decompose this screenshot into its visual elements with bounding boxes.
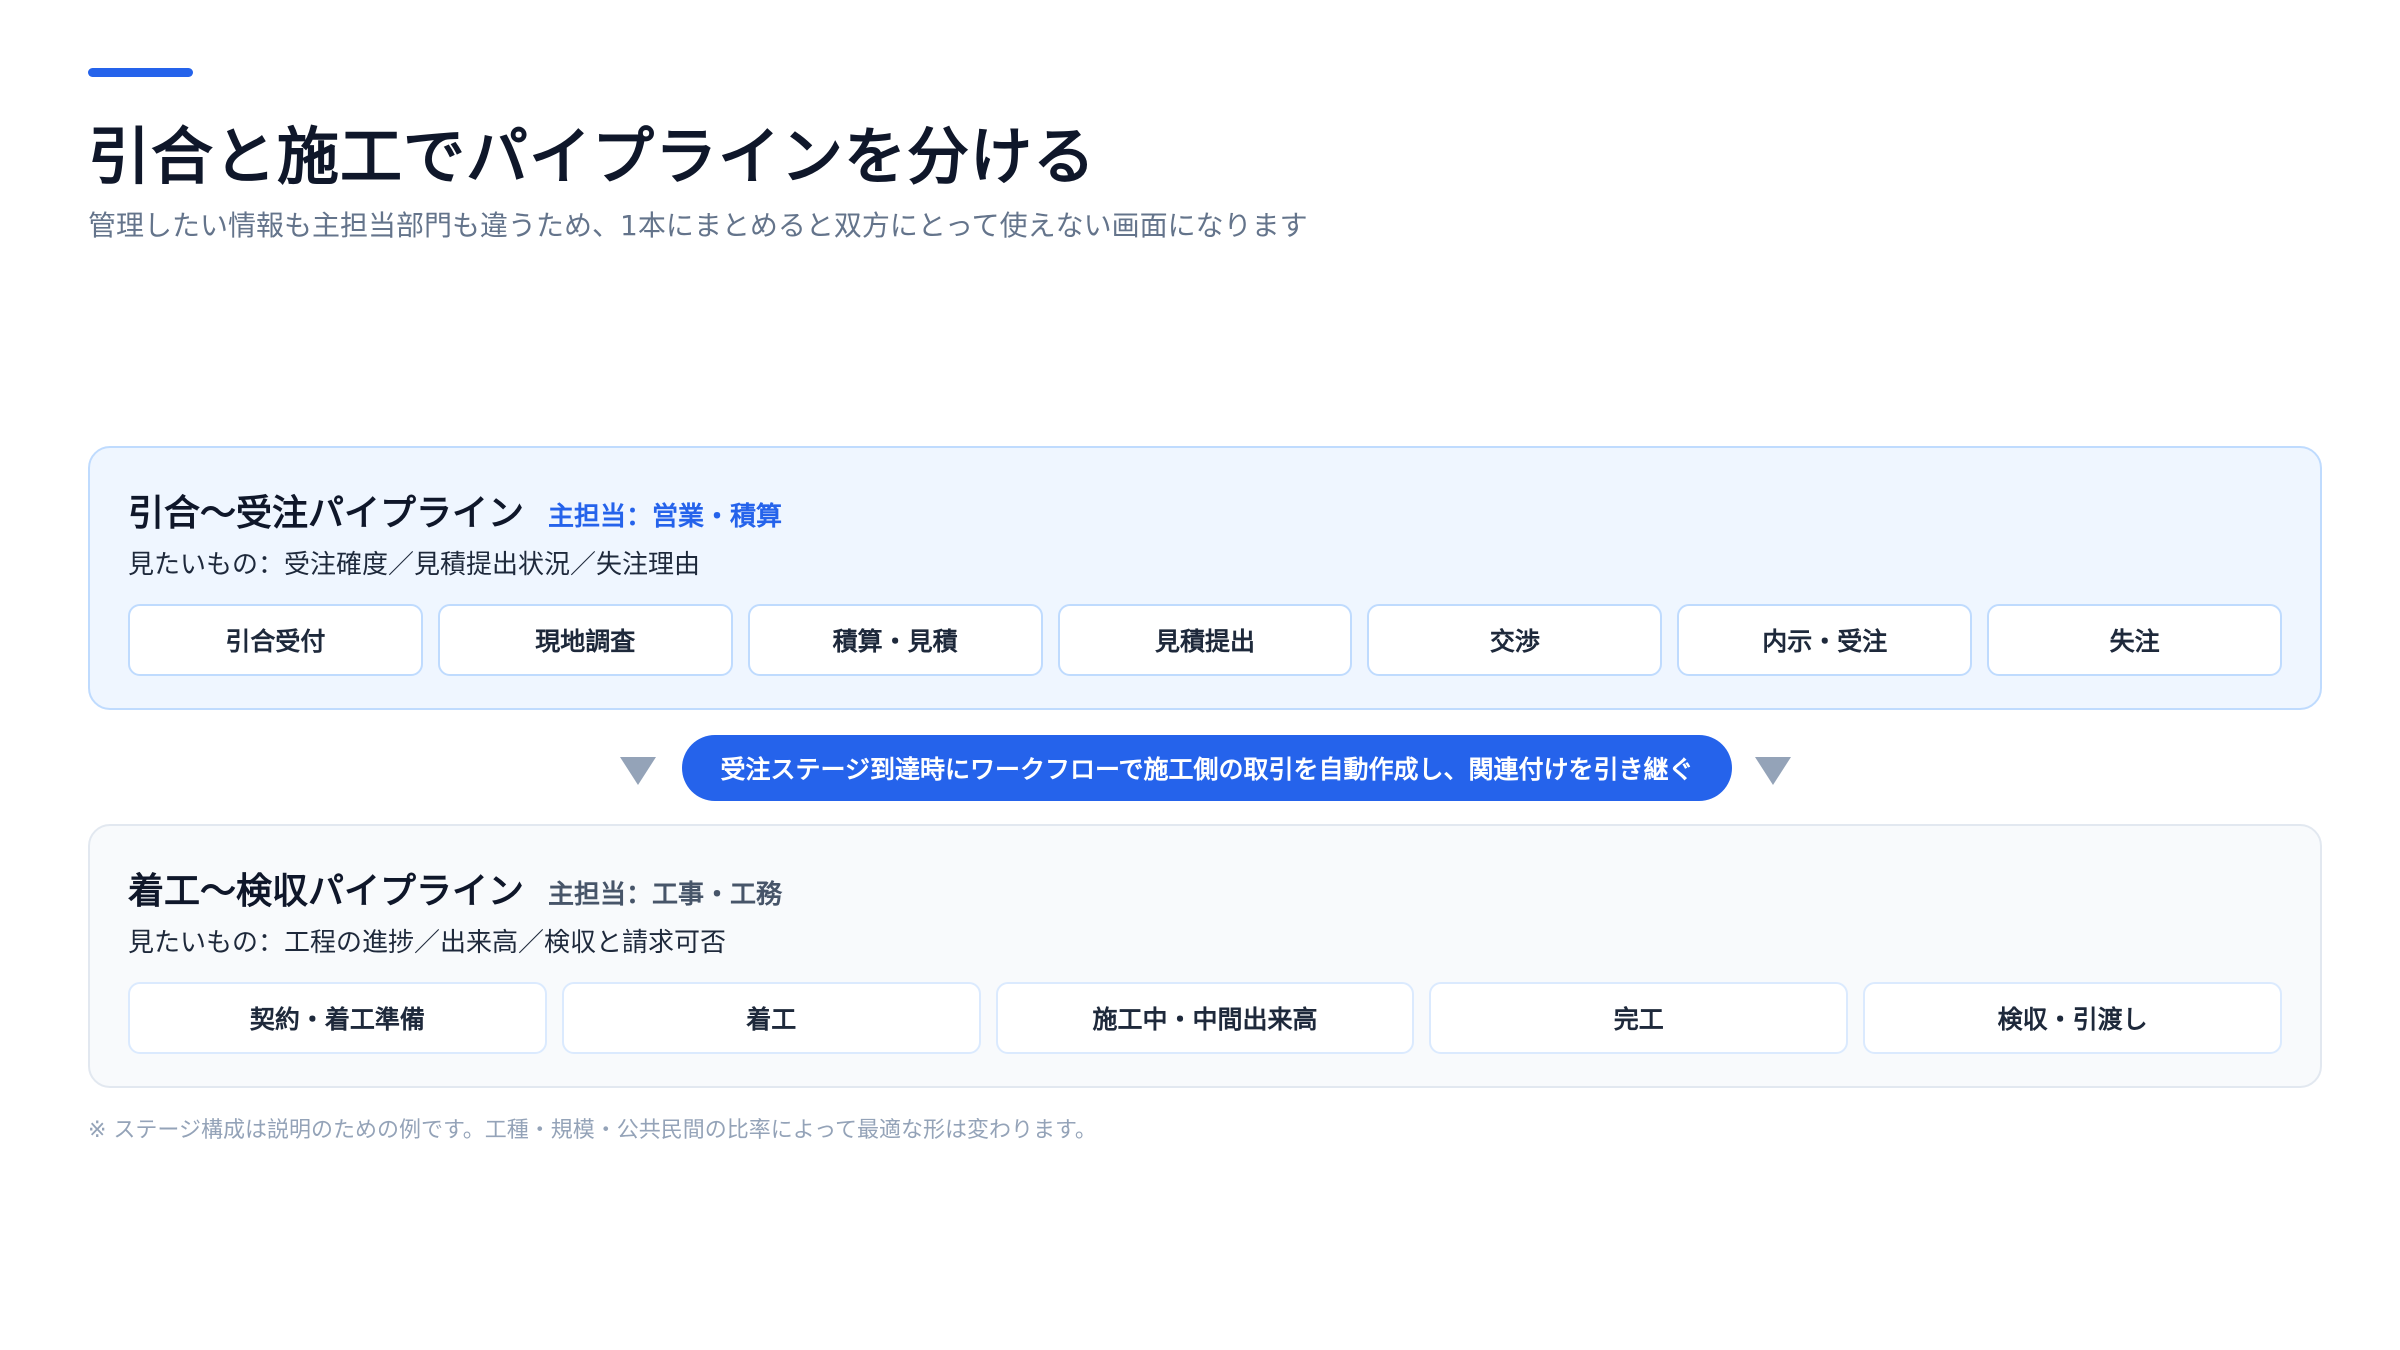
stage-chip: 見積提出	[1057, 604, 1353, 676]
stage-chip: 積算・見積	[747, 604, 1043, 676]
stage-chip: 引合受付	[128, 604, 423, 676]
stage-chip: 失注	[1987, 604, 2283, 676]
stage-chip: 施工中・中間出来高	[995, 982, 1415, 1054]
construction-pipeline-title: 着工〜検収パイプライン	[128, 871, 525, 912]
footnote: ※ ステージ構成は説明のための例です。工種・規模・公共民間の比率によって最適な形…	[88, 1118, 1097, 1143]
stage-chip: 交渉	[1367, 604, 1663, 676]
stage-chip: 完工	[1429, 982, 1849, 1054]
connector-label: 受注ステージ到達時にワークフローで施工側の取引を自動作成し、関連付けを引き継ぐ	[682, 735, 1732, 801]
inquiry-pipeline-owner: 主担当：営業・積算	[548, 502, 783, 532]
inquiry-pipeline-title: 引合〜受注パイプライン	[128, 493, 525, 534]
construction-pipeline-header: 着工〜検収パイプライン 主担当：工事・工務	[128, 862, 782, 914]
construction-pipeline-panel: 着工〜検収パイプライン 主担当：工事・工務 見たいもの：工程の進捗／出来高／検収…	[88, 824, 2322, 1088]
page-subtitle: 管理したい情報も主担当部門も違うため、1本にまとめると双方にとって使えない画面に…	[88, 209, 1308, 242]
stage-chip: 契約・着工準備	[128, 982, 547, 1054]
page-title: 引合と施工でパイプラインを分ける	[88, 120, 1097, 193]
inquiry-pipeline-note: 見たいもの：受注確度／見積提出状況／失注理由	[128, 550, 701, 580]
down-arrow-icon	[1755, 757, 1791, 785]
stage-chip: 現地調査	[437, 604, 733, 676]
stage-chip: 着工	[561, 982, 981, 1054]
stage-chip: 内示・受注	[1677, 604, 1973, 676]
pipeline-connector: 受注ステージ到達時にワークフローで施工側の取引を自動作成し、関連付けを引き継ぐ	[0, 735, 2400, 801]
construction-stage-list: 契約・着工準備 着工 施工中・中間出来高 完工 検収・引渡し	[128, 982, 2282, 1054]
title-accent-bar	[88, 68, 193, 77]
construction-pipeline-note: 見たいもの：工程の進捗／出来高／検収と請求可否	[128, 928, 727, 958]
inquiry-pipeline-panel: 引合〜受注パイプライン 主担当：営業・積算 見たいもの：受注確度／見積提出状況／…	[88, 446, 2322, 710]
inquiry-pipeline-header: 引合〜受注パイプライン 主担当：営業・積算	[128, 484, 782, 536]
construction-pipeline-owner: 主担当：工事・工務	[548, 880, 783, 910]
stage-chip: 検収・引渡し	[1863, 982, 2282, 1054]
inquiry-stage-list: 引合受付 現地調査 積算・見積 見積提出 交渉 内示・受注 失注	[128, 604, 2283, 676]
down-arrow-icon	[620, 757, 656, 785]
